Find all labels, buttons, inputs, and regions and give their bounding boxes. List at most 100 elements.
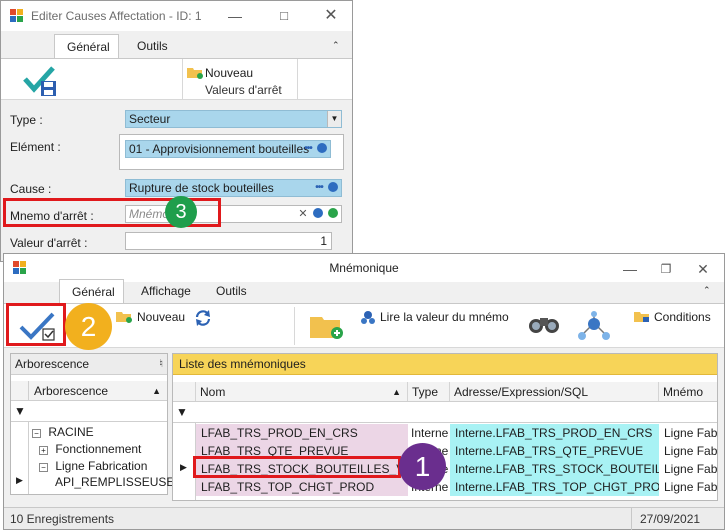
collapse-node-icon[interactable]: − (32, 429, 41, 438)
sort-asc-icon[interactable]: ▲ (152, 381, 161, 401)
tree-filter-row[interactable]: ▼ (11, 402, 167, 422)
element-box: 01 - Approvisionnement bouteilles ••• (119, 134, 344, 170)
cell-mnemo: Ligne Fab (664, 426, 718, 440)
arborescence-panel-header: Arborescence ♮ (11, 354, 167, 375)
mnemonique-ribbon: Nouveau Lire la valeur du mnémo Conditio… (4, 303, 724, 348)
column-type[interactable]: Type (408, 382, 450, 401)
add-folder-icon[interactable] (310, 313, 344, 339)
expand-node-icon[interactable]: + (39, 446, 48, 455)
filter-icon[interactable]: ▼ (14, 404, 26, 418)
new-folder-icon (116, 312, 132, 323)
column-adresse[interactable]: Adresse/Expression/SQL (450, 382, 659, 401)
chevron-down-icon[interactable]: ▼ (327, 111, 341, 127)
status-bar: 10 Enregistrements 27/09/2021 (4, 507, 724, 530)
binoculars-icon[interactable] (528, 314, 560, 334)
type-select[interactable]: Secteur ▼ (125, 110, 342, 128)
goto-icon[interactable] (327, 182, 339, 194)
step-badge-2: 2 (65, 303, 112, 350)
collapse-node-icon[interactable]: − (39, 463, 48, 472)
table-row[interactable]: LFAB_TRS_TOP_CHGT_PROD Interne Interne.L… (196, 478, 717, 496)
cell-adresse: Interne.LFAB_TRS_PROD_EN_CRS (450, 424, 659, 442)
arborescence-column-header[interactable]: Arborescence ▲ (11, 381, 167, 401)
current-row-indicator: ▶ (16, 475, 23, 485)
sort-asc-icon[interactable]: ▲ (392, 382, 401, 401)
tab-general[interactable]: Général (54, 34, 119, 58)
goto-icon[interactable] (316, 143, 328, 155)
nouveau-button[interactable]: Nouveau (205, 66, 253, 80)
collapse-ribbon-icon[interactable]: ⌃ (332, 40, 340, 51)
add-icon[interactable] (327, 208, 339, 220)
status-date: 27/09/2021 (640, 512, 701, 526)
column-nom[interactable]: Nom ▲ (196, 382, 408, 401)
cause-editor-ribbon: Nouveau Valeurs d'arrêt (1, 58, 352, 100)
nouveau-button[interactable]: Nouveau (137, 310, 185, 324)
new-folder-icon (187, 68, 203, 79)
maximize-icon[interactable]: □ (275, 7, 293, 25)
goto-icon[interactable] (312, 208, 324, 220)
cell-mnemo: Ligne Fab (664, 480, 718, 494)
conditions-button[interactable]: Conditions (654, 310, 711, 324)
browse-dots-icon[interactable]: ••• (313, 182, 325, 194)
type-label: Type : (10, 113, 43, 127)
collapse-ribbon-icon[interactable]: ⌃ (703, 285, 711, 296)
network-icon[interactable] (578, 311, 610, 341)
cause-field[interactable]: Rupture de stock bouteilles ••• (125, 179, 342, 197)
browse-dots-icon[interactable]: ••• (302, 143, 314, 155)
step-badge-1: 1 (399, 443, 446, 490)
tab-outils[interactable]: Outils (125, 34, 180, 58)
tab-outils[interactable]: Outils (204, 279, 259, 303)
tree-node-api-remplisseuse[interactable]: API_REMPLISSEUSE (55, 475, 174, 489)
tab-general[interactable]: Général (59, 279, 124, 303)
validate-save-icon[interactable] (23, 65, 59, 97)
filter-icon[interactable]: ▼ (176, 405, 188, 419)
cause-label: Cause : (10, 182, 52, 196)
tree-node-ligne-fabrication[interactable]: − Ligne Fabrication (39, 459, 147, 473)
cell-nom: LFAB_TRS_TOP_CHGT_PROD (196, 478, 408, 496)
close-icon[interactable]: ✕ (694, 260, 712, 278)
conditions-folder-icon (634, 312, 649, 322)
table-row[interactable]: LFAB_TRS_PROD_EN_CRS Interne Interne.LFA… (196, 424, 717, 442)
record-count: 10 Enregistrements (10, 512, 115, 526)
valeur-arret-value: 1 (320, 234, 327, 248)
refresh-icon[interactable] (194, 309, 212, 327)
mnemonique-window: Mnémonique — ❐ ✕ Général Affichage Outil… (3, 253, 725, 530)
minimize-icon[interactable]: — (226, 7, 244, 25)
step-badge-3: 3 (165, 196, 197, 228)
minimize-icon[interactable]: — (621, 260, 639, 278)
valeurs-arret-group-label: Valeurs d'arrêt (205, 83, 282, 97)
arborescence-panel-title: Arborescence (15, 357, 90, 371)
mnemonique-grid-header: Nom ▲ Type Adresse/Expression/SQL Mnémo (173, 382, 717, 402)
cell-mnemo: Ligne Fab (664, 444, 718, 458)
tab-affichage[interactable]: Affichage (129, 279, 203, 303)
read-value-icon (361, 311, 375, 324)
cause-editor-tabs: Général Outils ⌃ (1, 34, 352, 58)
grid-filter-row[interactable]: ▼ (173, 403, 717, 423)
mnemonique-title: Mnémonique (329, 261, 399, 275)
valeurs-arret-group: Nouveau Valeurs d'arrêt (182, 59, 298, 99)
lire-valeur-button[interactable]: Lire la valeur du mnémo (380, 310, 509, 324)
mnemonique-titlebar: Mnémonique — ❐ ✕ (4, 254, 724, 282)
mnemonique-tabs: Général Affichage Outils ⌃ (4, 279, 724, 303)
highlight-selected-row (193, 456, 401, 478)
list-panel-header: Liste des mnémoniques (173, 354, 717, 375)
current-row-indicator: ▶ (180, 462, 187, 472)
cause-value: Rupture de stock bouteilles (129, 181, 274, 195)
clear-icon[interactable]: ✕ (297, 208, 309, 220)
restore-icon[interactable]: ❐ (657, 260, 675, 278)
type-value: Secteur (129, 112, 171, 126)
close-icon[interactable]: ✕ (322, 7, 340, 25)
cause-editor-titlebar: Editer Causes Affectation - ID: 1 — □ ✕ (1, 1, 352, 31)
valeur-arret-input[interactable]: 1 (125, 232, 332, 250)
cause-editor-title: Editer Causes Affectation - ID: 1 (31, 9, 202, 23)
cell-mnemo: Ligne Fab (664, 462, 718, 476)
ribbon-separator (294, 307, 295, 345)
cell-type: Interne (411, 426, 449, 440)
valeur-arret-label: Valeur d'arrêt : (10, 236, 88, 250)
pin-icon[interactable]: ♮ (159, 354, 163, 375)
tree-node-racine[interactable]: − RACINE (32, 425, 94, 439)
column-mnemo[interactable]: Mnémo (659, 382, 719, 401)
element-value: 01 - Approvisionnement bouteilles (129, 142, 310, 156)
tree-node-fonctionnement[interactable]: + Fonctionnement (39, 442, 141, 456)
element-field[interactable]: 01 - Approvisionnement bouteilles ••• (125, 140, 331, 158)
arborescence-panel: Arborescence ♮ Arborescence ▲ ▼ − RACINE… (10, 353, 174, 495)
